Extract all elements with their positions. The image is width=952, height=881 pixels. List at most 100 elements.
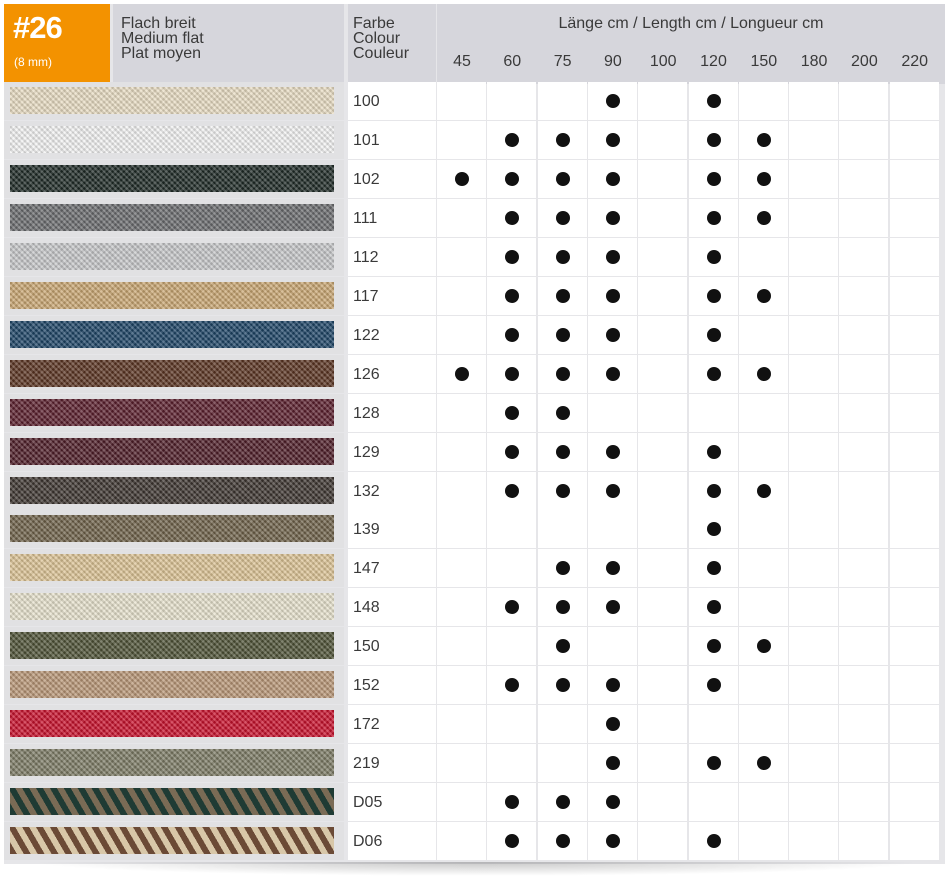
length-cell-60	[487, 198, 537, 237]
length-cell-200	[839, 159, 889, 198]
length-cell-220	[889, 822, 939, 861]
availability-dot	[605, 288, 620, 303]
color-row-111: 111	[4, 198, 945, 237]
length-cell-150	[738, 588, 788, 627]
length-cell-200	[839, 705, 889, 744]
length-cell-100	[638, 471, 688, 510]
lace-swatch	[10, 203, 334, 231]
color-code: D06	[353, 833, 383, 851]
lace-swatch	[10, 87, 334, 114]
availability-dot	[505, 678, 520, 693]
color-code-cell: 219	[348, 744, 436, 783]
availability-dot	[555, 132, 570, 147]
length-cell-45	[437, 354, 486, 393]
availability-dot	[706, 366, 721, 381]
swatch-cell	[4, 588, 344, 627]
availability-dot	[555, 327, 570, 342]
length-cell-150	[738, 783, 788, 822]
color-code: 117	[353, 287, 379, 305]
length-cell-100	[638, 393, 688, 432]
color-code: 101	[353, 131, 380, 149]
color-code-cell: 126	[348, 354, 436, 393]
length-cell-200	[839, 237, 889, 276]
availability-dot	[605, 249, 620, 264]
length-cell-60	[487, 744, 537, 783]
availability-dot	[756, 483, 771, 498]
length-cell-60	[487, 588, 537, 627]
availability-dot	[505, 795, 520, 810]
length-title: Länge cm / Length cm / Longueur cm	[558, 15, 824, 32]
availability-dot	[605, 561, 620, 576]
length-cell-220	[889, 354, 939, 393]
color-code: 139	[353, 521, 380, 539]
color-code-cell: 122	[348, 315, 436, 354]
color-row-139: 139	[4, 510, 945, 549]
length-cell-220	[889, 82, 939, 120]
length-cell-90	[587, 744, 637, 783]
length-cell-120	[688, 510, 738, 549]
length-cell-45	[437, 510, 486, 549]
color-code-cell: 112	[348, 237, 436, 276]
length-cell-180	[789, 666, 839, 705]
length-cell-90	[587, 120, 637, 159]
availability-dot	[555, 288, 570, 303]
color-row-D06: D06	[4, 822, 945, 861]
length-cell-180	[789, 276, 839, 315]
color-row-128: 128	[4, 393, 945, 432]
length-header-90: 90	[603, 53, 622, 70]
length-cell-200	[839, 276, 889, 315]
swatch-cell	[4, 510, 344, 549]
length-cell-200	[839, 315, 889, 354]
length-cell-60	[487, 705, 537, 744]
swatch-cell	[4, 198, 344, 237]
color-row-132: 132	[4, 471, 945, 510]
length-cell-150	[738, 627, 788, 666]
length-cell-75	[537, 159, 587, 198]
color-code: 112	[353, 248, 379, 266]
length-cell-60	[487, 822, 537, 861]
swatch-cell	[4, 82, 344, 120]
color-code: 100	[353, 93, 380, 110]
length-cell-180	[789, 82, 839, 120]
length-cell-120	[688, 471, 738, 510]
swatch-cell	[4, 276, 344, 315]
length-cell-120	[688, 549, 738, 588]
length-cell-150	[738, 822, 788, 861]
color-code-cell: D05	[348, 783, 436, 822]
length-cell-220	[889, 315, 939, 354]
length-cell-120	[688, 744, 738, 783]
length-cell-75	[537, 627, 587, 666]
swatch-cell	[4, 393, 344, 432]
length-cell-100	[638, 159, 688, 198]
length-cell-120	[688, 666, 738, 705]
length-cell-45	[437, 783, 486, 822]
color-code-cell: 150	[348, 627, 436, 666]
availability-dot	[706, 132, 721, 147]
length-cell-45	[437, 120, 486, 159]
length-cell-100	[638, 82, 688, 120]
color-row-100: 100	[4, 82, 945, 120]
swatch-cell	[4, 354, 344, 393]
availability-dot	[505, 366, 520, 381]
length-cell-75	[537, 237, 587, 276]
availability-dot	[756, 639, 771, 654]
availability-dot	[505, 483, 520, 498]
availability-dot	[706, 444, 721, 459]
length-cell-100	[638, 705, 688, 744]
color-row-112: 112	[4, 237, 945, 276]
length-cell-75	[537, 588, 587, 627]
length-cell-180	[789, 159, 839, 198]
availability-dot	[756, 171, 771, 186]
availability-dot	[555, 444, 570, 459]
availability-dot	[605, 483, 620, 498]
length-cell-220	[889, 471, 939, 510]
availability-dot	[555, 249, 570, 264]
availability-dot	[555, 561, 570, 576]
color-row-150: 150	[4, 627, 945, 666]
length-header-60: 60	[503, 53, 522, 70]
length-header-75: 75	[553, 53, 572, 70]
length-cell-90	[587, 627, 637, 666]
color-code: D05	[353, 794, 383, 812]
availability-dot	[555, 600, 570, 615]
availability-dot	[505, 171, 520, 186]
